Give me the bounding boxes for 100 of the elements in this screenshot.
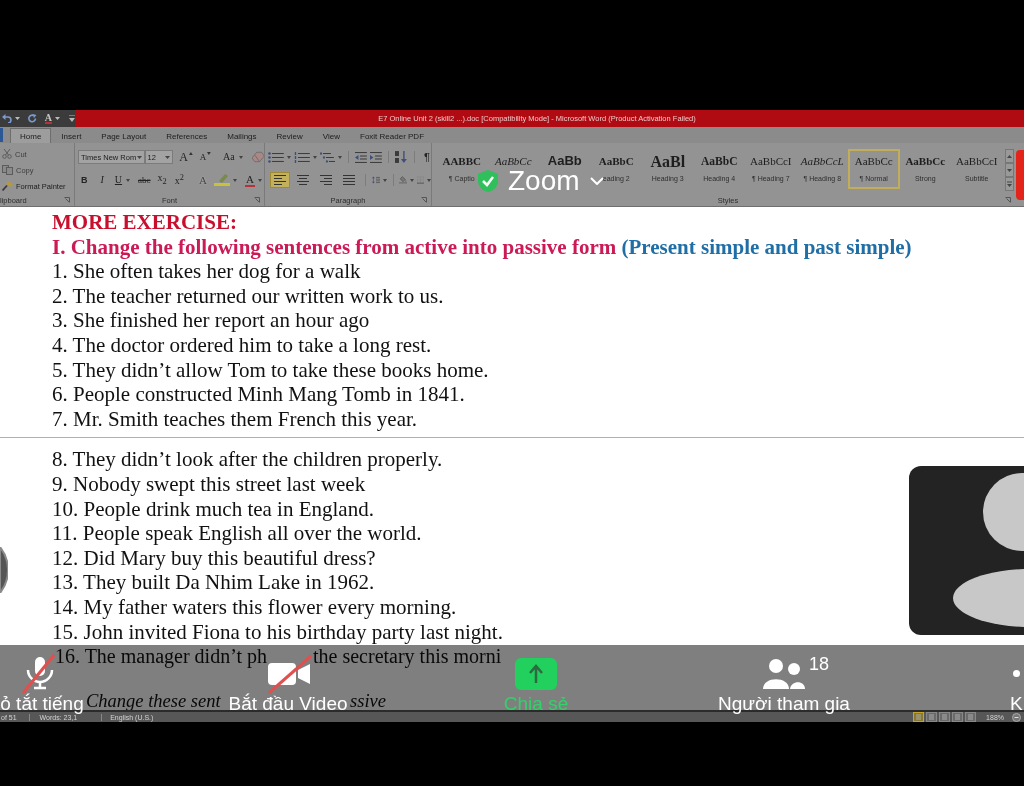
- ribbon-tab[interactable]: Review: [266, 128, 313, 143]
- microphone-icon[interactable]: [22, 653, 55, 694]
- caret-icon[interactable]: [382, 178, 387, 182]
- mute-toggle-button[interactable]: ỏ tắt tiếng: [0, 695, 84, 712]
- caret-icon[interactable]: [126, 178, 131, 182]
- view-mode-icon[interactable]: [952, 712, 964, 722]
- caret-icon[interactable]: [238, 155, 243, 159]
- customize-icon[interactable]: [69, 115, 75, 122]
- bullet-list-icon[interactable]: [268, 151, 284, 163]
- style-preview: AaBbC: [701, 154, 738, 169]
- scroll-up-icon[interactable]: [1004, 149, 1014, 163]
- scissors-icon: [2, 149, 12, 159]
- grow-font-button[interactable]: A: [178, 150, 189, 164]
- sentence-fragment: ssive: [350, 691, 386, 710]
- sort-icon[interactable]: [395, 151, 409, 163]
- caret-icon[interactable]: [55, 117, 61, 120]
- launcher-icon[interactable]: [421, 197, 427, 203]
- caret-icon[interactable]: [257, 178, 262, 182]
- dot-icon[interactable]: [1012, 670, 1020, 677]
- exercise-sentence: 10. People drink much tea in England.: [52, 496, 375, 522]
- highlighter-icon[interactable]: [213, 174, 230, 186]
- view-mode-icon[interactable]: [913, 712, 925, 722]
- multilevel-list-icon[interactable]: [319, 151, 336, 163]
- style-preview: AaBbCc: [905, 154, 946, 169]
- exercise-sentence: 4. The doctor ordered him to take a long rest.: [52, 332, 433, 358]
- style-preview: AaBb: [547, 153, 582, 170]
- exercise-sentence: 8. They didn’t look after the children properly.: [52, 447, 444, 472]
- zoom-out-icon[interactable]: [1012, 712, 1021, 722]
- align-left-button[interactable]: [270, 172, 290, 188]
- gallery-more-icon[interactable]: [1004, 177, 1014, 191]
- caret-icon[interactable]: [136, 155, 142, 159]
- line-spacing-icon[interactable]: [371, 174, 380, 186]
- strikethrough-button[interactable]: abc: [137, 173, 152, 187]
- superscript-button[interactable]: x$^{2}$: [173, 171, 185, 189]
- borders-icon[interactable]: [417, 174, 424, 186]
- video-toggle-button[interactable]: Bắt đầu Video: [228, 695, 348, 712]
- show-marks-button[interactable]: ¶: [423, 150, 431, 164]
- sentence-fragment: 16. The manager didn’t ph: [55, 644, 267, 669]
- exercise-sentence: 1. She often takes her dog for a walk: [52, 259, 362, 284]
- ribbon-tab[interactable]: References: [156, 128, 218, 143]
- shrink-font-button[interactable]: A: [198, 150, 208, 164]
- exercise-instruction: I. Change the following sentences from active into passive form (Present simple and past simple): [52, 234, 913, 260]
- caret-icon[interactable]: [14, 117, 20, 120]
- style-preview: AaBbCc: [494, 154, 532, 169]
- subscript-button[interactable]: x$_{2}$: [156, 171, 168, 189]
- ribbon-tab[interactable]: Insert: [51, 128, 92, 143]
- change-case-button[interactable]: Aa: [222, 150, 236, 164]
- font-color-button[interactable]: A: [244, 173, 255, 187]
- caret-icon[interactable]: [338, 155, 343, 159]
- view-mode-icon[interactable]: [965, 712, 977, 722]
- exercise-sentence: 15. John invited Fiona to his birthday party last night.: [52, 619, 504, 645]
- decrease-indent-icon[interactable]: [355, 151, 368, 163]
- style-preview: AaBbC: [598, 154, 634, 169]
- caret-icon[interactable]: [286, 155, 291, 159]
- caret-icon[interactable]: [165, 155, 171, 159]
- exercise-sentence: 7. Mr. Smith teaches them French this year.: [52, 406, 419, 432]
- text-lines-icon: [343, 175, 355, 185]
- exercise-sentence: 2. The teacher returned our written work to us.: [52, 283, 445, 309]
- undo-icon[interactable]: [2, 114, 12, 123]
- launcher-icon[interactable]: [1005, 197, 1011, 203]
- increase-indent-icon[interactable]: [370, 151, 383, 163]
- redo-icon[interactable]: [27, 114, 37, 123]
- scroll-down-icon[interactable]: [1004, 163, 1014, 177]
- text-lines-icon: [274, 175, 286, 185]
- sentence-fragment: the secretary this morni: [313, 644, 502, 669]
- launcher-icon[interactable]: [64, 197, 70, 203]
- participants-button[interactable]: Người tham gia: [718, 695, 850, 712]
- launcher-icon[interactable]: [254, 197, 260, 203]
- paint-bucket-icon[interactable]: [399, 174, 408, 186]
- font-color-button[interactable]: A: [44, 113, 53, 124]
- view-mode-icon[interactable]: [926, 712, 938, 722]
- exercise-sentence: 11. People speak English all over the world.: [52, 521, 423, 546]
- view-mode-icon[interactable]: [939, 712, 951, 722]
- ribbon-tab[interactable]: Mailings: [217, 128, 267, 143]
- ribbon-tab[interactable]: Home: [10, 128, 52, 143]
- style-preview: AABBC: [442, 154, 481, 169]
- ribbon-tab[interactable]: Foxit Reader PDF: [350, 128, 435, 143]
- sentence-fragment: Change these sent: [86, 691, 221, 710]
- share-screen-icon[interactable]: [515, 657, 557, 690]
- caret-icon[interactable]: [232, 178, 237, 182]
- exercise-sentence: 6. People constructed Minh Mang Tomb in 1841.: [52, 382, 466, 407]
- italic-button[interactable]: I: [99, 173, 105, 187]
- text-lines-icon: [320, 175, 332, 185]
- caret-icon[interactable]: [410, 178, 415, 182]
- caret-icon[interactable]: [427, 178, 431, 182]
- person-silhouette-icon: [953, 473, 1024, 627]
- video-camera-icon[interactable]: [268, 653, 312, 694]
- ribbon-tab[interactable]: Page Layout: [91, 128, 157, 143]
- exercise-sentence: 3. She finished her report an hour ago: [52, 308, 371, 333]
- text-lines-icon: [297, 175, 309, 185]
- underline-button[interactable]: U: [113, 173, 124, 187]
- bold-button[interactable]: B: [80, 173, 89, 187]
- caret-down-icon: [207, 152, 211, 155]
- ribbon-tab[interactable]: View: [312, 128, 350, 143]
- caret-icon[interactable]: [312, 155, 317, 159]
- chevron-down-icon[interactable]: [589, 177, 604, 185]
- style-preview: AaBbCcI: [955, 154, 998, 169]
- people-icon[interactable]: [763, 658, 805, 689]
- numbered-list-icon[interactable]: [293, 151, 310, 163]
- more-button[interactable]: K: [1010, 695, 1023, 712]
